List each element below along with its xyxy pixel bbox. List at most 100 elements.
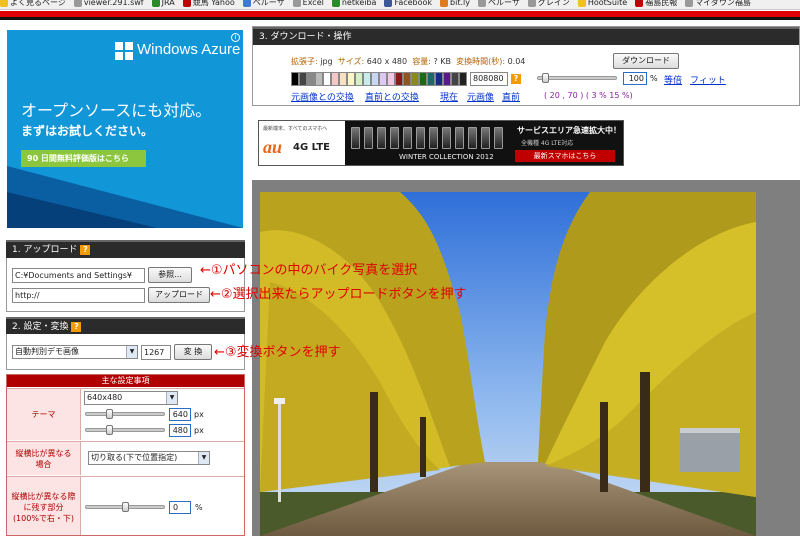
color-swatch[interactable] bbox=[347, 72, 355, 86]
preview-photo[interactable] bbox=[260, 192, 756, 536]
swap-previous-link[interactable]: 直前との交換 bbox=[365, 90, 419, 103]
bookmark-favicon-icon bbox=[292, 0, 301, 7]
color-swatch[interactable] bbox=[299, 72, 307, 86]
au-ad-banner[interactable]: 最新端末、すべてのスマホへ au 4G LTE WINTER COLLECTIO… bbox=[258, 120, 624, 166]
download-panel-header: 3. ダウンロード・操作 bbox=[253, 27, 799, 45]
color-swatch[interactable] bbox=[339, 72, 347, 86]
zoom-field[interactable]: 100 bbox=[623, 72, 647, 85]
swap-original-link[interactable]: 元画像との交換 bbox=[291, 90, 354, 103]
bookmark-favicon-icon bbox=[527, 0, 536, 7]
bookmark-item[interactable]: Facebook bbox=[384, 0, 432, 7]
bookmark-favicon-icon bbox=[242, 0, 251, 7]
color-swatch[interactable] bbox=[315, 72, 323, 86]
size-select[interactable]: 640x480 ▼ bbox=[84, 391, 178, 405]
fit-link[interactable]: フィット bbox=[690, 73, 726, 86]
color-swatch[interactable] bbox=[403, 72, 411, 86]
zoom-slider[interactable] bbox=[537, 73, 617, 83]
color-swatch[interactable] bbox=[307, 72, 315, 86]
color-code-field[interactable]: 808080 bbox=[470, 72, 508, 86]
current-link[interactable]: 現在 bbox=[440, 90, 458, 103]
bookmark-item[interactable]: ペルーサ bbox=[242, 0, 285, 7]
browse-button[interactable]: 参照... bbox=[148, 267, 192, 283]
help-icon[interactable]: ? bbox=[71, 321, 82, 332]
color-swatch[interactable] bbox=[331, 72, 339, 86]
bookmark-item[interactable]: viewer.291.swf bbox=[73, 0, 144, 7]
color-swatch[interactable] bbox=[291, 72, 299, 86]
bookmark-item[interactable]: マイダウン福島 bbox=[685, 0, 751, 7]
url-input[interactable]: http:// bbox=[12, 288, 145, 303]
bookmark-label: ペルーサ bbox=[487, 0, 520, 7]
slider-handle[interactable] bbox=[122, 502, 129, 512]
upload-button[interactable]: アップロード bbox=[148, 287, 210, 303]
phone-image bbox=[442, 127, 451, 149]
ad-decoration bbox=[7, 192, 157, 228]
bookmark-item[interactable]: ペルーサ bbox=[477, 0, 520, 7]
annotation-step1: ←①パソコンの中のバイク写真を選択 bbox=[200, 263, 418, 278]
azure-ad-banner[interactable]: Windows Azure i オープンソースにも対応。 まずはお試しください。… bbox=[7, 30, 243, 228]
slider-handle[interactable] bbox=[542, 73, 549, 83]
bookmark-item[interactable]: 競馬 Yahoo bbox=[182, 0, 235, 7]
color-swatch[interactable] bbox=[427, 72, 435, 86]
remain-row: 縦横比が異なる際に残す部分(100%で右・下) 0 % bbox=[7, 476, 244, 535]
help-icon[interactable]: ? bbox=[80, 244, 91, 255]
previous-link[interactable]: 直前 bbox=[502, 90, 520, 103]
color-swatch[interactable] bbox=[419, 72, 427, 86]
color-swatch[interactable] bbox=[459, 72, 467, 86]
ad-info-icon[interactable]: i bbox=[231, 33, 240, 42]
phone-image bbox=[481, 127, 490, 149]
aspect-select-value: 切り取る(下で位置指定) bbox=[91, 453, 178, 462]
bookmark-item[interactable]: Excel bbox=[292, 0, 324, 7]
ad-right-sub: 全機種 4G LTE対応 bbox=[521, 140, 574, 147]
color-swatch[interactable] bbox=[355, 72, 363, 86]
convert-button[interactable]: 変 換 bbox=[174, 344, 212, 360]
color-swatch[interactable] bbox=[379, 72, 387, 86]
download-button[interactable]: ダウンロード bbox=[613, 53, 679, 69]
color-swatch[interactable] bbox=[323, 72, 331, 86]
bookmark-label: JRA bbox=[161, 0, 175, 7]
remain-field[interactable]: 0 bbox=[169, 501, 191, 514]
slider-handle[interactable] bbox=[106, 409, 113, 419]
bookmark-label: よく見るページ bbox=[10, 0, 66, 7]
remain-slider[interactable] bbox=[85, 502, 165, 512]
bookmark-item[interactable]: 福島民報 bbox=[635, 0, 677, 7]
ad-right-cta[interactable]: 最新スマホはこちら bbox=[515, 150, 615, 162]
bookmark-label: bit.ly bbox=[450, 0, 470, 7]
download-panel-title: 3. ダウンロード・操作 bbox=[259, 32, 352, 42]
bookmark-item[interactable]: よく見るページ bbox=[0, 0, 66, 7]
width-field[interactable]: 640 bbox=[169, 408, 191, 421]
chevron-down-icon: ▼ bbox=[126, 346, 137, 358]
bookmark-item[interactable]: HootSuite bbox=[577, 0, 627, 7]
bookmark-item[interactable]: グレイン bbox=[527, 0, 570, 7]
file-input[interactable]: C:¥Documents and Settings¥ bbox=[12, 268, 145, 283]
color-swatch[interactable] bbox=[451, 72, 459, 86]
help-icon[interactable]: ? bbox=[511, 74, 521, 84]
phone-image bbox=[416, 127, 425, 149]
original-link[interactable]: 元画像 bbox=[467, 90, 494, 103]
count-field[interactable]: 1267 bbox=[141, 345, 171, 360]
color-swatch[interactable] bbox=[435, 72, 443, 86]
aspect-select[interactable]: 切り取る(下で位置指定) ▼ bbox=[88, 451, 210, 465]
phone-image bbox=[403, 127, 412, 149]
bookmark-item[interactable]: bit.ly bbox=[440, 0, 470, 7]
time-label: 変換時間(秒): bbox=[456, 57, 506, 66]
file-info: 拡張子: jpg サイズ: 640 x 480 容量: ? KB 変換時間(秒)… bbox=[291, 56, 525, 67]
ad-cta-button[interactable]: 90 日間無料評価版はこちら bbox=[21, 150, 146, 167]
slider-handle[interactable] bbox=[106, 425, 113, 435]
color-swatch[interactable] bbox=[363, 72, 371, 86]
height-slider[interactable] bbox=[85, 425, 165, 435]
time-value: 0.04 bbox=[507, 57, 526, 66]
equal-size-link[interactable]: 等倍 bbox=[664, 73, 682, 86]
bookmark-item[interactable]: netkeiba bbox=[331, 0, 376, 7]
height-field[interactable]: 480 bbox=[169, 424, 191, 437]
color-swatch[interactable] bbox=[387, 72, 395, 86]
color-swatch[interactable] bbox=[443, 72, 451, 86]
bookmark-item[interactable]: JRA bbox=[151, 0, 175, 7]
mode-select[interactable]: 自動判別デモ画像 ▼ bbox=[12, 345, 138, 359]
ad-brand: Windows Azure bbox=[137, 41, 241, 58]
bookmark-favicon-icon bbox=[685, 0, 694, 7]
color-swatch[interactable] bbox=[395, 72, 403, 86]
color-swatch[interactable] bbox=[411, 72, 419, 86]
width-slider[interactable] bbox=[85, 409, 165, 419]
phone-image bbox=[455, 127, 464, 149]
color-swatch[interactable] bbox=[371, 72, 379, 86]
